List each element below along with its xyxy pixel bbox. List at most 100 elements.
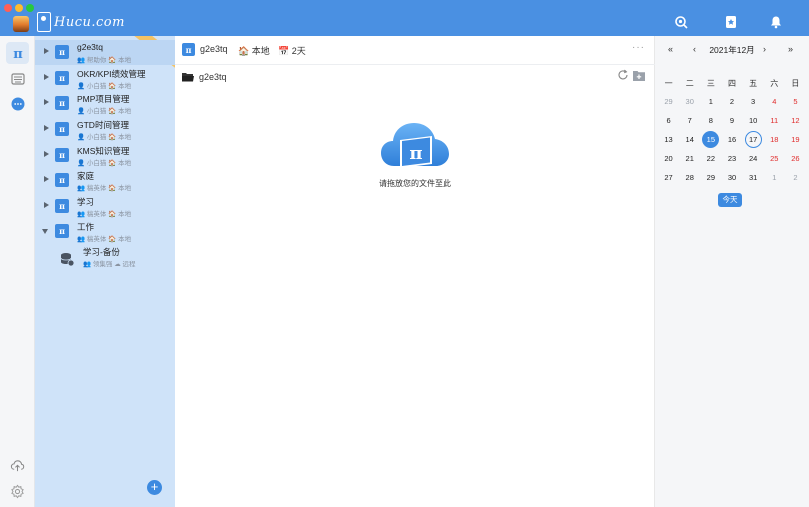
calendar-day[interactable]: 28: [679, 168, 700, 187]
tree-item-g2e3tq[interactable]: π g2e3tq 👥 帮助你 🏠 本地: [35, 40, 175, 65]
calendar-day[interactable]: 15: [700, 130, 721, 149]
tree-item-meta: 👥 稿英体 🏠 本地: [77, 236, 132, 243]
calendar-day[interactable]: 2: [785, 168, 806, 187]
calendar-day[interactable]: 17: [743, 130, 764, 149]
new-folder-icon[interactable]: [633, 70, 645, 81]
expand-caret-icon[interactable]: [44, 74, 49, 80]
calendar-day-number: 17: [748, 135, 758, 144]
database-icon: π: [182, 43, 195, 56]
calendar-day[interactable]: 4: [764, 92, 785, 111]
tree-item-meta: 👤 小白猫 🏠 本地: [77, 134, 132, 141]
search-target-icon[interactable]: [674, 15, 688, 29]
expand-caret-icon[interactable]: [44, 125, 49, 131]
expand-caret-icon[interactable]: [44, 48, 49, 54]
calendar-day[interactable]: 22: [700, 149, 721, 168]
expand-caret-icon[interactable]: [44, 99, 49, 105]
calendar-day[interactable]: 19: [785, 130, 806, 149]
icon-rail: π: [0, 36, 35, 507]
calendar-day-number: 5: [793, 97, 798, 106]
collapse-caret-icon[interactable]: [42, 229, 48, 234]
calendar-day[interactable]: 16: [721, 130, 742, 149]
expand-caret-icon[interactable]: [44, 151, 49, 157]
tree-item-title: OKR/KPI绩效管理: [77, 69, 146, 79]
zoom-window-button[interactable]: [26, 4, 34, 12]
upload-cloud-icon[interactable]: π: [380, 118, 450, 176]
folder-icon: [182, 73, 194, 82]
calendar-day[interactable]: 3: [743, 92, 764, 111]
bookmark-icon[interactable]: [724, 15, 738, 29]
calendar-day[interactable]: 13: [658, 130, 679, 149]
calendar-day[interactable]: 8: [700, 111, 721, 130]
bell-icon[interactable]: [769, 15, 783, 29]
calendar-day[interactable]: 14: [679, 130, 700, 149]
calendar-day[interactable]: 11: [764, 111, 785, 130]
calendar-day[interactable]: 7: [679, 111, 700, 130]
calendar-day[interactable]: 20: [658, 149, 679, 168]
calendar-day[interactable]: 31: [743, 168, 764, 187]
calendar-day[interactable]: 27: [658, 168, 679, 187]
calendar-day[interactable]: 2: [721, 92, 742, 111]
calendar-day[interactable]: 12: [785, 111, 806, 130]
tree-item-kms[interactable]: π KMS知识管理 👤 小白猫 🏠 本地: [35, 143, 175, 168]
refresh-icon[interactable]: [617, 69, 629, 81]
tree-item-okr[interactable]: π OKR/KPI绩效管理 👤 小白猫 🏠 本地: [35, 66, 175, 91]
add-database-button[interactable]: +: [147, 480, 162, 495]
expand-caret-icon[interactable]: [44, 176, 49, 182]
tree-item-title: 工作: [77, 222, 95, 232]
tree-item-pmp[interactable]: π PMP项目管理 👤 小白猫 🏠 本地: [35, 91, 175, 116]
calendar-day-number: 26: [791, 154, 800, 163]
calendar-day-number: 21: [685, 154, 694, 163]
calendar-day[interactable]: 24: [743, 149, 764, 168]
calendar-day[interactable]: 25: [764, 149, 785, 168]
calendar-day[interactable]: 30: [721, 168, 742, 187]
calendar-day[interactable]: 26: [785, 149, 806, 168]
tree-item-gtd[interactable]: π GTD时间管理 👤 小白猫 🏠 本地: [35, 117, 175, 142]
tree-item-title: 学习: [77, 197, 95, 207]
next-month-button[interactable]: ›: [763, 44, 766, 58]
calendar-day[interactable]: 29: [658, 92, 679, 111]
calendar-day[interactable]: 29: [700, 168, 721, 187]
calendar-day-number: 30: [685, 97, 694, 106]
calendar-day[interactable]: 6: [658, 111, 679, 130]
tree-item-meta: 👥 帮助你 🏠 本地: [77, 57, 132, 64]
next-year-button[interactable]: »: [788, 44, 793, 58]
logo-pi-icon[interactable]: π: [6, 42, 29, 64]
close-window-button[interactable]: [4, 4, 12, 12]
expand-caret-icon[interactable]: [44, 202, 49, 208]
user-avatar[interactable]: [13, 16, 29, 32]
tree-item-study[interactable]: π 学习 👥 稿英体 🏠 本地: [35, 194, 175, 219]
calendar-day[interactable]: 21: [679, 149, 700, 168]
calendar-day-number: 25: [770, 154, 779, 163]
today-button[interactable]: 今天: [718, 193, 742, 207]
logo-text: Hucu.com: [54, 14, 125, 30]
svg-text:π: π: [409, 143, 422, 164]
calendar-day[interactable]: 1: [764, 168, 785, 187]
calendar-day[interactable]: 23: [721, 149, 742, 168]
calendar-week-row: 27 28 29 30 31 1 2: [658, 168, 806, 187]
calendar-week-row: 13 14 15 16 17 18 19: [658, 130, 806, 149]
calendar-day[interactable]: 30: [679, 92, 700, 111]
folder-path-row: g2e3tq: [175, 67, 655, 87]
tree-item-work[interactable]: π 工作 👥 稿英体 🏠 本地: [35, 219, 175, 244]
database-header: π g2e3tq 🏠 本地 📅 2天 ···: [175, 36, 655, 64]
tree-item-family[interactable]: π 家庭 👥 稿英体 🏠 本地: [35, 168, 175, 193]
svg-text:π: π: [13, 47, 23, 61]
keyboard-icon[interactable]: [6, 68, 29, 90]
calendar-day-number: 6: [666, 116, 671, 125]
database-name: g2e3tq: [200, 44, 228, 54]
minimize-window-button[interactable]: [15, 4, 23, 12]
weekday-label: 二: [685, 79, 694, 88]
tree-item-meta: 👥 领集强 ☁ 远程: [83, 261, 136, 268]
more-options-button[interactable]: ···: [632, 42, 645, 53]
folder-path[interactable]: g2e3tq: [199, 72, 227, 82]
calendar-day[interactable]: 9: [721, 111, 742, 130]
calendar-day[interactable]: 1: [700, 92, 721, 111]
chat-bubble-icon[interactable]: [6, 93, 29, 115]
calendar-day[interactable]: 10: [743, 111, 764, 130]
gear-icon[interactable]: [10, 484, 25, 499]
calendar-day[interactable]: 18: [764, 130, 785, 149]
calendar-day-number: 7: [687, 116, 692, 125]
cloud-upload-icon[interactable]: [10, 458, 25, 473]
tree-item-study-backup[interactable]: 学习-备份 👥 领集强 ☁ 远程: [35, 244, 175, 272]
calendar-day[interactable]: 5: [785, 92, 806, 111]
